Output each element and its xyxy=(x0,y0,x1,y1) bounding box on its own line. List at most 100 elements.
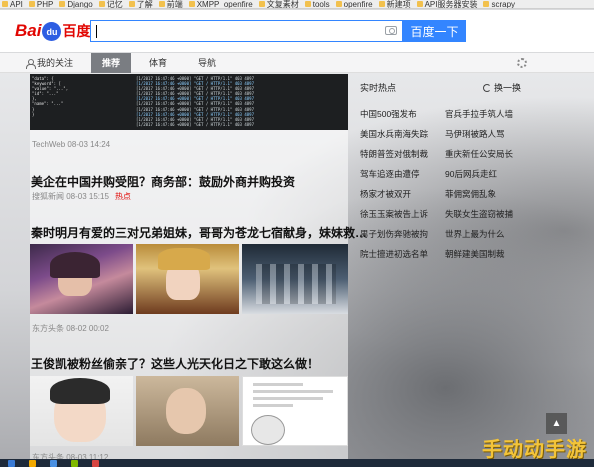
hot-topic-link[interactable]: 朝鲜建美国制裁 xyxy=(445,248,530,260)
tab-navigation[interactable]: 导航 xyxy=(192,53,222,73)
gear-icon[interactable] xyxy=(517,58,527,68)
bookmark-label: Django xyxy=(67,0,93,9)
terminal-line: [1/2017 16:47:46 +0800] "GET / HTTP/1.1"… xyxy=(136,121,255,127)
folder-icon[interactable] xyxy=(29,459,36,467)
app-icon[interactable] xyxy=(71,459,78,467)
logo-latin: Bai xyxy=(15,21,42,40)
hot-topic-link[interactable]: 院士擅进初选名单 xyxy=(360,248,445,260)
bookmark-label: tools xyxy=(312,0,330,9)
news-image[interactable] xyxy=(242,376,348,446)
bookmark-item[interactable]: 前端 xyxy=(158,0,183,9)
bookmark-label: 了解 xyxy=(136,0,153,9)
news-image-terminal[interactable]: "data": { "keyword": [ "value": "...", "… xyxy=(30,74,348,130)
browser-icon[interactable] xyxy=(50,459,57,467)
search-input[interactable] xyxy=(99,23,379,39)
my-follow-link[interactable]: 我的关注 xyxy=(26,53,73,73)
nav-bar: 我的关注 推荐 体育 导航 xyxy=(0,53,594,73)
bookmark-label: API xyxy=(10,0,23,9)
hot-topic-link[interactable]: 男子划伤奔驰被拘 xyxy=(360,228,445,240)
hot-topic-row: 院士擅进初选名单 朝鲜建美国制裁 xyxy=(360,244,530,264)
hot-topic-link[interactable]: 杨家才被双开 xyxy=(360,188,445,200)
hot-topic-link[interactable]: 失联女生盗窃被捕 xyxy=(445,208,530,220)
bookmark-item[interactable]: XMPP_openfire xyxy=(188,0,253,9)
hot-topic-link[interactable]: 官兵手拉手筑人墙 xyxy=(445,108,530,120)
folder-icon xyxy=(258,1,265,7)
swap-button[interactable]: 换一换 xyxy=(483,81,521,94)
hot-topic-link[interactable]: 美国水兵南海失踪 xyxy=(360,128,445,140)
folder-icon xyxy=(128,1,135,7)
logo-chinese: 百度 xyxy=(62,23,91,39)
hot-topic-row: 特朗普签对俄制裁 重庆新任公安局长 xyxy=(360,144,530,164)
app-icon[interactable] xyxy=(92,459,99,467)
bookmark-item[interactable]: tools xyxy=(304,0,330,9)
hot-topic-link[interactable]: 徐玉玉案被告上诉 xyxy=(360,208,445,220)
folder-icon xyxy=(335,1,342,7)
news-source-time: 搜狐新闻 08-03 15:15 xyxy=(32,192,109,201)
news-title[interactable]: 王俊凯被粉丝偷亲了？这些人光天化日之下敢这么做！ xyxy=(31,355,319,372)
folder-icon xyxy=(98,1,105,7)
news-image[interactable] xyxy=(136,244,239,314)
news-title[interactable]: 美企在中国并购受阻？商务部：鼓励外商并购投资 xyxy=(31,173,295,190)
news-image[interactable] xyxy=(242,244,348,314)
hot-topic-link[interactable]: 世界上最为什么 xyxy=(445,228,530,240)
back-to-top-button[interactable]: ▲ xyxy=(546,413,567,434)
news-image-row xyxy=(30,244,348,314)
bookmark-label: 前端 xyxy=(166,0,183,9)
folder-icon xyxy=(188,1,195,7)
hot-topic-row: 中国500强发布 官兵手拉手筑人墙 xyxy=(360,104,530,124)
bookmarks-bar: API PHP Django 记忆 了解 前端 XMPP_openfire 文复素材 tools… xyxy=(0,0,594,9)
hot-topic-link[interactable]: 中国500强发布 xyxy=(360,108,445,120)
hot-topic-row: 驾车追逐由遭停 90后网兵走红 xyxy=(360,164,530,184)
my-follow-label: 我的关注 xyxy=(37,58,74,68)
bookmark-label: 文复素材 xyxy=(266,0,299,9)
text-caret xyxy=(96,25,97,38)
folder-icon xyxy=(416,1,423,7)
bookmark-item[interactable]: API服务器安装 xyxy=(416,0,477,8)
tab-recommend[interactable]: 推荐 xyxy=(91,53,131,73)
bookmark-label: scrapy xyxy=(491,0,516,9)
swap-label: 换一换 xyxy=(494,83,522,93)
folder-icon xyxy=(158,1,165,7)
news-image-row xyxy=(30,376,348,446)
hot-topic-link[interactable]: 特朗普签对俄制裁 xyxy=(360,148,445,160)
bookmark-item[interactable]: scrapy xyxy=(483,0,516,9)
hot-topics-title: 实时热点 xyxy=(360,83,397,93)
search-button[interactable]: 百度一下 xyxy=(403,20,466,42)
meme-face xyxy=(251,415,285,445)
bookmark-item[interactable]: API xyxy=(2,0,23,9)
bookmark-item[interactable]: 记忆 xyxy=(98,0,123,8)
bookmark-item[interactable]: openfire xyxy=(335,0,373,8)
hot-topic-row: 美国水兵南海失踪 马伊琍被路人骂 xyxy=(360,124,530,144)
bookmark-item[interactable]: 新建项 xyxy=(378,0,411,8)
start-icon[interactable] xyxy=(8,459,15,467)
hot-topic-row: 杨家才被双开 菲佣窝佣乱象 xyxy=(360,184,530,204)
news-image[interactable] xyxy=(30,244,133,314)
hot-topic-link[interactable]: 重庆新任公安局长 xyxy=(445,148,530,160)
hot-topic-link[interactable]: 驾车追逐由遭停 xyxy=(360,168,445,180)
bookmark-item[interactable]: 文复素材 xyxy=(258,0,299,9)
refresh-icon xyxy=(483,83,491,92)
news-title[interactable]: 秦时明月有爱的三对兄弟姐妹，哥哥为苍龙七宿献身，妹妹救… xyxy=(31,224,367,241)
terminal-line: } xyxy=(32,111,35,117)
folder-icon xyxy=(28,1,35,7)
camera-icon[interactable] xyxy=(385,26,397,35)
bookmark-item[interactable]: 了解 xyxy=(128,0,153,9)
news-image[interactable] xyxy=(136,376,239,446)
hot-badge: 热点 xyxy=(114,192,131,201)
hot-topic-link[interactable]: 马伊琍被路人骂 xyxy=(445,128,530,140)
news-meta: 搜狐新闻 08-03 15:15 热点 xyxy=(32,191,131,202)
bookmark-item[interactable]: Django xyxy=(59,0,93,9)
bookmark-item[interactable]: PHP xyxy=(28,0,53,8)
folder-icon xyxy=(59,1,66,7)
hot-topic-row: 男子划伤奔驰被拘 世界上最为什么 xyxy=(360,224,530,244)
hot-topic-row: 徐玉玉案被告上诉 失联女生盗窃被捕 xyxy=(360,204,530,224)
search-box[interactable] xyxy=(90,20,403,42)
hot-topic-link[interactable]: 90后网兵走红 xyxy=(445,168,530,180)
tab-sports[interactable]: 体育 xyxy=(143,53,173,73)
news-image[interactable] xyxy=(30,376,133,446)
paw-icon: du xyxy=(42,21,62,41)
baidu-logo[interactable]: Bai du 百度 xyxy=(15,20,90,42)
user-icon xyxy=(26,58,36,69)
hot-topic-link[interactable]: 菲佣窝佣乱象 xyxy=(445,188,530,200)
bookmark-label: XMPP_openfire xyxy=(196,0,253,9)
